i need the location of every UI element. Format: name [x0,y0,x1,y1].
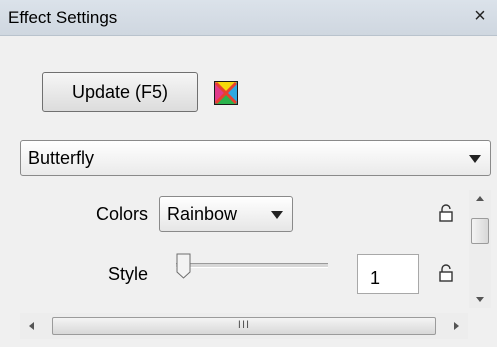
colors-label: Colors [96,204,149,224]
rainbow-x-icon[interactable] [213,80,239,106]
scroll-left-icon[interactable] [20,313,44,339]
style-slider-thumb[interactable] [176,253,191,279]
vertical-scrollbar[interactable] [469,190,491,308]
title-bar: Effect Settings × [0,0,497,36]
window-title: Effect Settings [8,8,118,27]
colors-dropdown-value: Rainbow [167,204,238,224]
scroll-down-icon[interactable] [469,290,491,308]
close-button[interactable]: × [469,4,491,28]
horizontal-scrollbar[interactable]: III [20,313,468,339]
style-label: Style [108,264,149,284]
scroll-right-icon[interactable] [444,313,468,339]
effect-dropdown-value: Butterfly [28,148,95,168]
style-slider[interactable] [176,263,328,268]
horizontal-scroll-thumb[interactable]: III [52,317,436,335]
colors-dropdown[interactable]: Rainbow [159,196,293,232]
chevron-down-icon [271,211,283,219]
effect-dropdown[interactable]: Butterfly [20,140,491,176]
vertical-scroll-thumb[interactable] [471,218,489,244]
update-button[interactable]: Update (F5) [42,72,198,112]
style-value-field[interactable] [357,254,419,294]
scroll-up-icon[interactable] [469,190,491,208]
chevron-down-icon [469,155,481,163]
lock-icon[interactable] [438,264,454,282]
lock-icon[interactable] [438,204,454,222]
